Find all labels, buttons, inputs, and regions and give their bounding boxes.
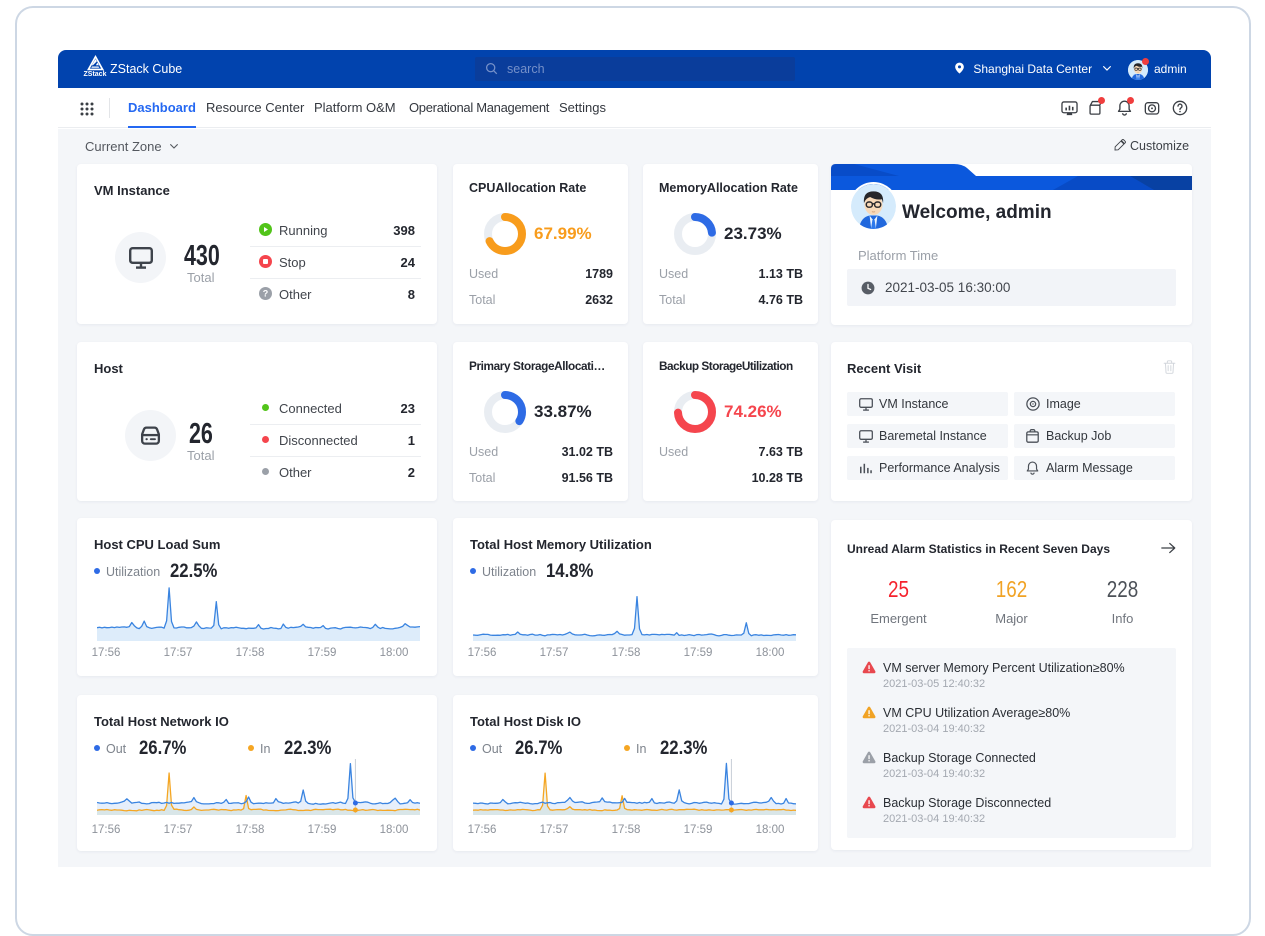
svg-text:?: ? — [263, 289, 269, 299]
